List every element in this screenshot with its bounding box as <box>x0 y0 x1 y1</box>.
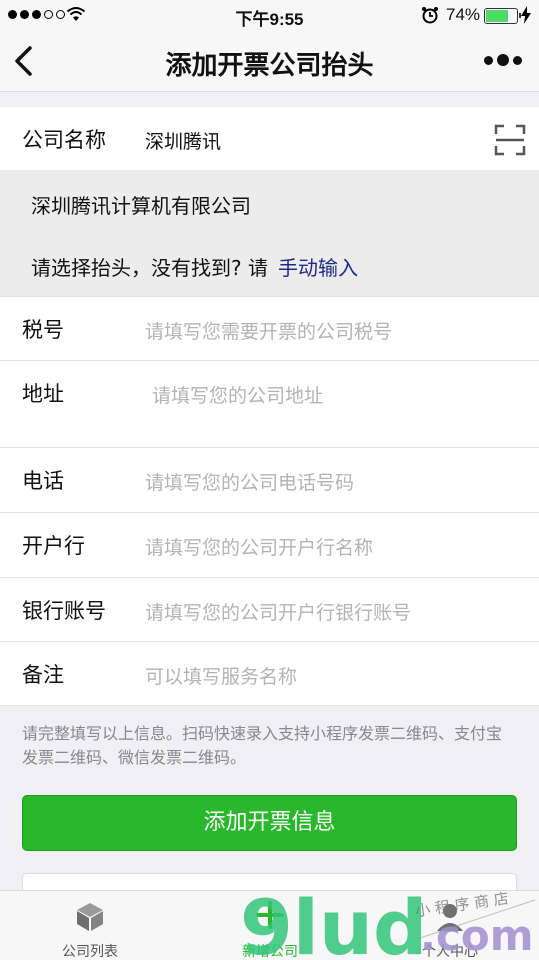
suggestion-item[interactable]: 深圳腾讯计算机有限公司 <box>31 190 251 219</box>
phone-label: 电话 <box>22 469 64 493</box>
suggestion-hint: 请选择抬头，没有找到? 请手动输入 <box>31 252 358 281</box>
phone-input[interactable]: 请填写您的公司电话号码 <box>145 468 354 495</box>
account-input[interactable]: 请填写您的公司开户行银行账号 <box>145 598 411 625</box>
status-bar: 下午9:55 74% <box>0 0 539 30</box>
person-icon <box>437 904 463 931</box>
scan-icon[interactable] <box>494 124 526 156</box>
add-invoice-button[interactable]: 添加开票信息 <box>22 795 517 851</box>
tab-add-company[interactable]: 新增公司 <box>180 891 360 960</box>
tab-label: 公司列表 <box>62 944 118 960</box>
bank-input[interactable]: 请填写您的公司开户行名称 <box>145 533 373 560</box>
more-dots-icon[interactable] <box>484 52 524 68</box>
account-row[interactable]: 银行账号 请填写您的公司开户行银行账号 <box>0 577 539 641</box>
tab-bar: 公司列表 新增公司 个人中心 <box>0 890 539 960</box>
tab-profile[interactable]: 个人中心 <box>360 891 539 960</box>
tab-label: 个人中心 <box>422 944 478 960</box>
company-name-input[interactable]: 深圳腾讯 <box>145 127 221 154</box>
help-note: 请完整填写以上信息。扫码快速录入支持小程序发票二维码、支付宝发票二维码、微信发票… <box>22 724 503 767</box>
remark-label: 备注 <box>22 663 64 687</box>
nav-bar: 添加开票公司抬头 <box>0 30 539 92</box>
battery-icon <box>484 8 521 24</box>
charging-icon <box>521 6 531 24</box>
remark-row[interactable]: 备注 可以填写服务名称 <box>0 641 539 706</box>
suggestion-hint-text: 请选择抬头，没有找到? 请 <box>31 256 268 280</box>
remark-input[interactable]: 可以填写服务名称 <box>145 662 297 689</box>
address-input[interactable]: 请填写您的公司地址 <box>152 381 323 408</box>
tab-label: 新增公司 <box>242 944 298 960</box>
tab-company-list[interactable]: 公司列表 <box>0 891 180 960</box>
alarm-icon <box>422 7 438 24</box>
manual-input-link[interactable]: 手动输入 <box>278 256 358 280</box>
bank-row[interactable]: 开户行 请填写您的公司开户行名称 <box>0 512 539 577</box>
bank-label: 开户行 <box>22 534 85 558</box>
cube-icon <box>77 903 103 931</box>
page-title: 添加开票公司抬头 <box>165 51 374 81</box>
tax-id-label: 税号 <box>22 318 64 342</box>
phone-row[interactable]: 电话 请填写您的公司电话号码 <box>0 447 539 512</box>
company-name-row: 公司名称 深圳腾讯 <box>0 107 539 170</box>
plus-icon <box>256 901 284 929</box>
account-label: 银行账号 <box>22 599 106 623</box>
battery-percent: 74% <box>446 5 481 24</box>
company-name-label: 公司名称 <box>22 128 106 152</box>
tax-id-input[interactable]: 请填写您需要开票的公司税号 <box>145 317 392 344</box>
suggestion-panel: 深圳腾讯计算机有限公司 请选择抬头，没有找到? 请手动输入 <box>0 170 539 296</box>
address-label: 地址 <box>22 382 64 406</box>
tax-id-row[interactable]: 税号 请填写您需要开票的公司税号 <box>0 296 539 360</box>
address-row[interactable]: 地址 请填写您的公司地址 <box>0 360 539 447</box>
